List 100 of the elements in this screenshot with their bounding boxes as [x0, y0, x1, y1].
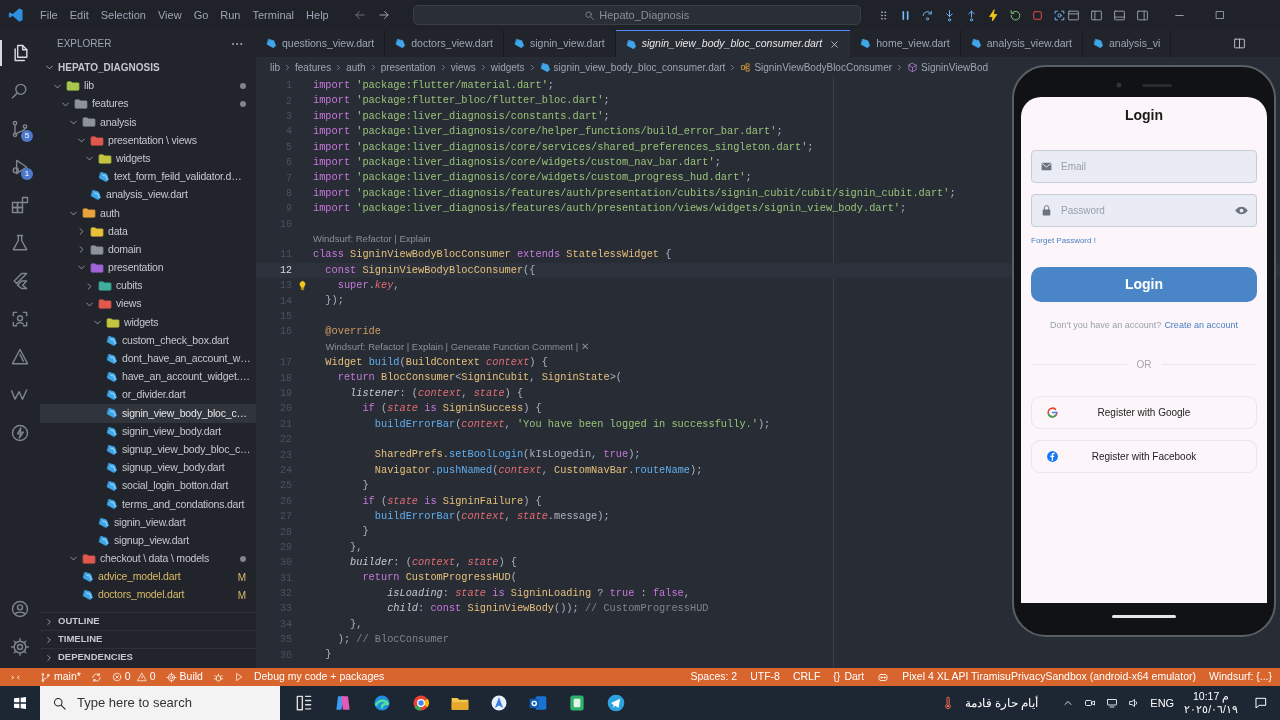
editor-tab[interactable]: signin_view.dart: [503, 30, 616, 57]
file-row[interactable]: signup_view_body.dart: [40, 458, 256, 478]
task-view-icon[interactable]: [294, 693, 314, 713]
sidebar-toggle-icon[interactable]: [1090, 8, 1103, 22]
branch-name[interactable]: main*: [54, 669, 81, 685]
section-header[interactable]: TIMELINE: [40, 630, 256, 648]
forgot-password-link[interactable]: Forget Password !: [1031, 235, 1096, 247]
command-search-field[interactable]: Hepato_Diagnosis: [412, 5, 861, 25]
menu-item[interactable]: View: [151, 4, 188, 26]
email-field[interactable]: Email: [1031, 150, 1257, 183]
editor-tab[interactable]: doctors_view.dart: [385, 30, 504, 57]
menu-item[interactable]: Terminal: [246, 4, 301, 26]
breadcrumb-item[interactable]: signin_view_body_bloc_consumer.dart: [553, 59, 726, 75]
menu-item[interactable]: Go: [187, 4, 215, 26]
inspect-icon[interactable]: [1052, 8, 1066, 22]
robot-icon[interactable]: [877, 671, 890, 683]
status-item[interactable]: UTF-8: [750, 669, 780, 685]
build-button[interactable]: Build: [179, 669, 203, 685]
folder-row[interactable]: checkout \ data \ models: [40, 549, 256, 569]
file-row[interactable]: doctors_model.dart M: [40, 586, 256, 605]
run-debug-icon[interactable]: [10, 157, 30, 177]
warning-count[interactable]: 0: [149, 669, 156, 685]
layout-icon[interactable]: [1067, 8, 1080, 22]
triangle-icon[interactable]: [10, 347, 30, 367]
breadcrumb-item[interactable]: SigninViewBodyBlocConsumer: [754, 59, 893, 75]
folder-row[interactable]: analysis: [40, 113, 256, 132]
language-mode[interactable]: Dart: [844, 669, 865, 685]
file-row[interactable]: text_form_feild_validator.d…: [40, 167, 256, 187]
back-arrow-icon[interactable]: [352, 8, 367, 22]
editor-tab[interactable]: signin_view_body_bloc_consumer.dart: [615, 30, 851, 57]
file-row[interactable]: or_divider.dart: [40, 386, 256, 405]
file-row[interactable]: social_login_botton.dart: [40, 477, 256, 496]
menu-item[interactable]: Edit: [63, 4, 95, 26]
editor-tab[interactable]: questions_view.dart: [256, 30, 386, 57]
folder-row[interactable]: widgets: [40, 149, 256, 168]
language-indicator[interactable]: ENG: [1150, 694, 1175, 712]
weather-text[interactable]: أيام حارة قادمة: [964, 694, 1039, 712]
editor-tab[interactable]: home_view.dart: [850, 30, 961, 57]
social-login-button[interactable]: Register with Facebook: [1031, 439, 1257, 473]
menu-item[interactable]: Run: [214, 4, 247, 26]
account-icon[interactable]: [10, 599, 30, 619]
folder-row[interactable]: features: [40, 95, 256, 114]
file-row[interactable]: advice_model.dart M: [40, 568, 256, 587]
panel-toggle-icon[interactable]: [1113, 8, 1126, 22]
file-row[interactable]: signin_view_body.dart: [40, 422, 256, 441]
file-row[interactable]: analysis_view.dart: [40, 186, 256, 205]
home-indicator[interactable]: [1112, 614, 1176, 618]
notification-icon[interactable]: [1254, 696, 1268, 710]
status-item[interactable]: Pixel 4 XL API TiramisuPrivacySandbox (android-x64 emulator): [902, 669, 1196, 685]
code-lens[interactable]: Windsurf: Refactor | Explain: [313, 232, 431, 247]
file-row[interactable]: signup_view.dart: [40, 531, 256, 550]
breadcrumb-item[interactable]: features: [295, 59, 332, 75]
clock-time[interactable]: 10:17 م: [1192, 690, 1230, 703]
taskbar-search-field[interactable]: Type here to search: [40, 686, 280, 720]
folder-row[interactable]: domain: [40, 240, 256, 259]
lightbulb-icon[interactable]: [297, 280, 308, 292]
file-row[interactable]: signin_view_body_bloc_c…: [40, 404, 256, 423]
explorer-icon[interactable]: [11, 43, 31, 63]
scan-icon[interactable]: [10, 309, 30, 329]
notes-app-icon[interactable]: [567, 693, 587, 713]
file-row[interactable]: signin_view.dart: [40, 513, 256, 532]
section-header[interactable]: DEPENDENCIES: [40, 648, 256, 666]
settings-icon[interactable]: [10, 637, 30, 657]
extensions-icon[interactable]: [10, 195, 30, 215]
social-login-button[interactable]: Register with Google: [1031, 395, 1257, 429]
folder-row[interactable]: presentation \ views: [40, 131, 256, 150]
menu-item[interactable]: Selection: [94, 4, 152, 26]
launch-config[interactable]: Debug my code + packages: [253, 669, 385, 685]
forward-arrow-icon[interactable]: [376, 8, 391, 22]
breadcrumb-item[interactable]: widgets: [490, 59, 525, 75]
folder-row[interactable]: cubits: [40, 277, 256, 296]
breadcrumb-item[interactable]: views: [450, 59, 476, 75]
paper-plane-app-icon[interactable]: [606, 693, 626, 713]
code-lens[interactable]: Windsurf: Refactor | Explain | Generate Function Comment | ✕: [325, 340, 589, 355]
menu-item[interactable]: File: [34, 4, 64, 26]
file-row[interactable]: signup_view_body_bloc_c…: [40, 440, 256, 459]
step-over-icon[interactable]: [920, 8, 934, 22]
breadcrumb-item[interactable]: lib: [270, 59, 280, 75]
file-row[interactable]: terms_and_condations.dart: [40, 495, 256, 514]
close-icon[interactable]: [829, 38, 841, 50]
copilot-icon[interactable]: [333, 693, 353, 713]
bug-icon[interactable]: [212, 671, 224, 683]
status-item[interactable]: CRLF: [792, 669, 821, 685]
compass-app-icon[interactable]: [489, 693, 509, 713]
restart-icon[interactable]: [1008, 8, 1022, 22]
mail-app-icon[interactable]: [528, 693, 548, 713]
clock-date[interactable]: ٢٠٢٥/٠٦/١٩: [1184, 703, 1238, 716]
file-row[interactable]: dont_have_an_account_w…: [40, 349, 256, 368]
menu-item[interactable]: Help: [300, 4, 335, 26]
folder-row[interactable]: presentation: [40, 258, 256, 278]
windows-start-icon[interactable]: [12, 695, 28, 711]
breadcrumb-item[interactable]: auth: [346, 59, 366, 75]
editor-tab[interactable]: analysis_vi: [1083, 30, 1172, 57]
browser-wave-icon[interactable]: [372, 693, 392, 713]
folder-row[interactable]: views: [40, 295, 256, 314]
split-layout-icon[interactable]: [1136, 8, 1149, 22]
breadcrumb-item[interactable]: presentation: [380, 59, 436, 75]
error-count[interactable]: 0: [124, 669, 131, 685]
status-item[interactable]: Spaces: 2: [690, 669, 738, 685]
restore-icon[interactable]: [1214, 9, 1226, 21]
